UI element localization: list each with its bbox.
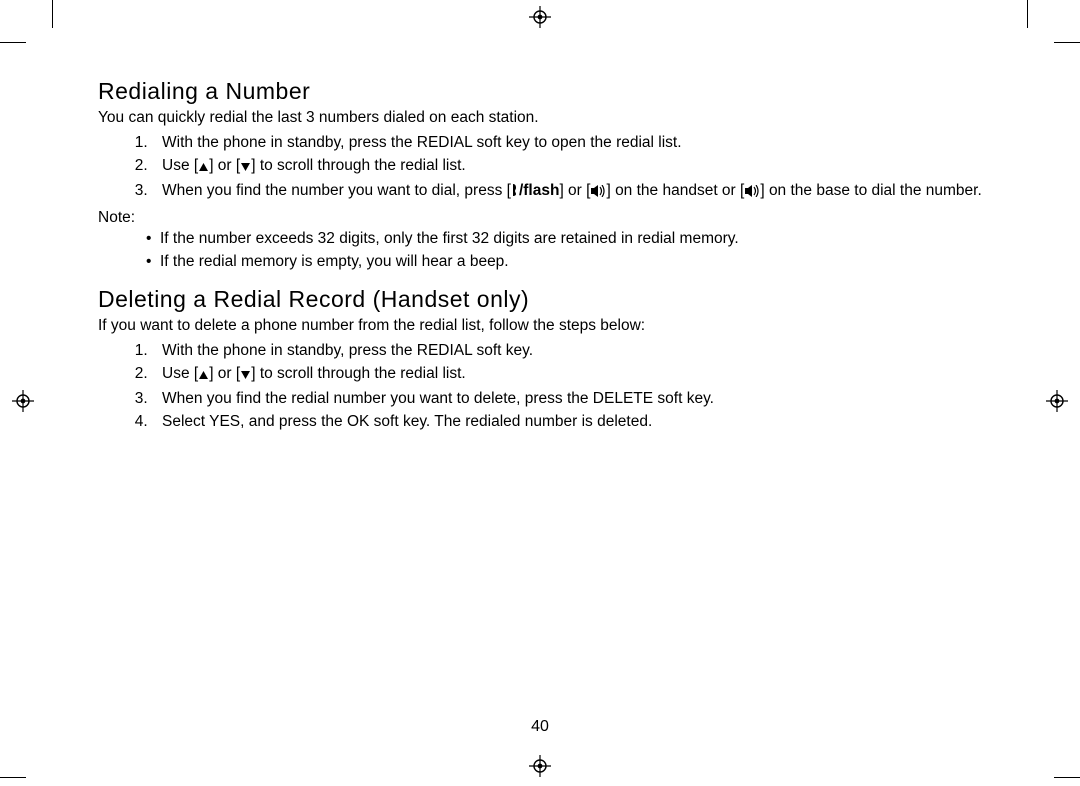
step-text: Select YES, and press the OK soft key. T… <box>162 413 652 430</box>
step-text: When you find the number you want to dia… <box>162 182 511 199</box>
step-text: ] on the handset or [ <box>606 182 744 199</box>
down-triangle-icon <box>240 158 251 178</box>
step-text: Use [ <box>162 157 198 174</box>
step-text: ] to scroll through the redial list. <box>251 157 466 174</box>
step-text: Use [ <box>162 365 198 382</box>
speaker-icon <box>744 183 760 203</box>
crop-mark <box>1054 42 1080 43</box>
registration-mark-icon <box>1046 390 1068 412</box>
step-text: ] or [ <box>209 157 240 174</box>
step-text: With the phone in standby, press the RED… <box>162 134 682 151</box>
up-triangle-icon <box>198 158 209 178</box>
down-triangle-icon <box>240 366 251 386</box>
list-item: Use [ ] or [ ] to scroll through the redia… <box>152 156 1018 178</box>
page-number: 40 <box>0 718 1080 736</box>
crop-mark <box>1027 0 1028 28</box>
flash-label: /flash <box>519 182 559 199</box>
note-label: Note: <box>98 209 1018 227</box>
list-item: Select YES, and press the OK soft key. T… <box>152 412 1018 432</box>
step-text: ] or [ <box>209 365 240 382</box>
heading-deleting: Deleting a Redial Record (Handset only) <box>98 286 1018 313</box>
registration-mark-icon <box>529 6 551 28</box>
list-item: When you find the number you want to dia… <box>152 181 1018 203</box>
speaker-icon <box>590 183 606 203</box>
crop-mark <box>0 42 26 43</box>
registration-mark-icon <box>529 755 551 777</box>
list-item: Use [ ] or [ ] to scroll through the redia… <box>152 364 1018 386</box>
step-text: When you find the redial number you want… <box>162 390 714 407</box>
talk-icon <box>511 183 519 203</box>
up-triangle-icon <box>198 366 209 386</box>
list-item: With the phone in standby, press the RED… <box>152 133 1018 153</box>
list-item: When you find the redial number you want… <box>152 389 1018 409</box>
step-text: ] to scroll through the redial list. <box>251 365 466 382</box>
crop-mark <box>0 777 26 778</box>
step-text: ] or [ <box>559 182 590 199</box>
note-item: If the number exceeds 32 digits, only th… <box>160 229 1018 249</box>
heading-redialing: Redialing a Number <box>98 78 1018 105</box>
registration-mark-icon <box>12 390 34 412</box>
list-item: With the phone in standby, press the RED… <box>152 341 1018 361</box>
crop-mark <box>52 0 53 28</box>
intro-text: If you want to delete a phone number fro… <box>98 317 1018 335</box>
step-text: ] on the base to dial the number. <box>760 182 981 199</box>
step-text: With the phone in standby, press the RED… <box>162 342 533 359</box>
intro-text: You can quickly redial the last 3 number… <box>98 109 1018 127</box>
note-item: If the redial memory is empty, you will … <box>160 252 1018 272</box>
crop-mark <box>1054 777 1080 778</box>
